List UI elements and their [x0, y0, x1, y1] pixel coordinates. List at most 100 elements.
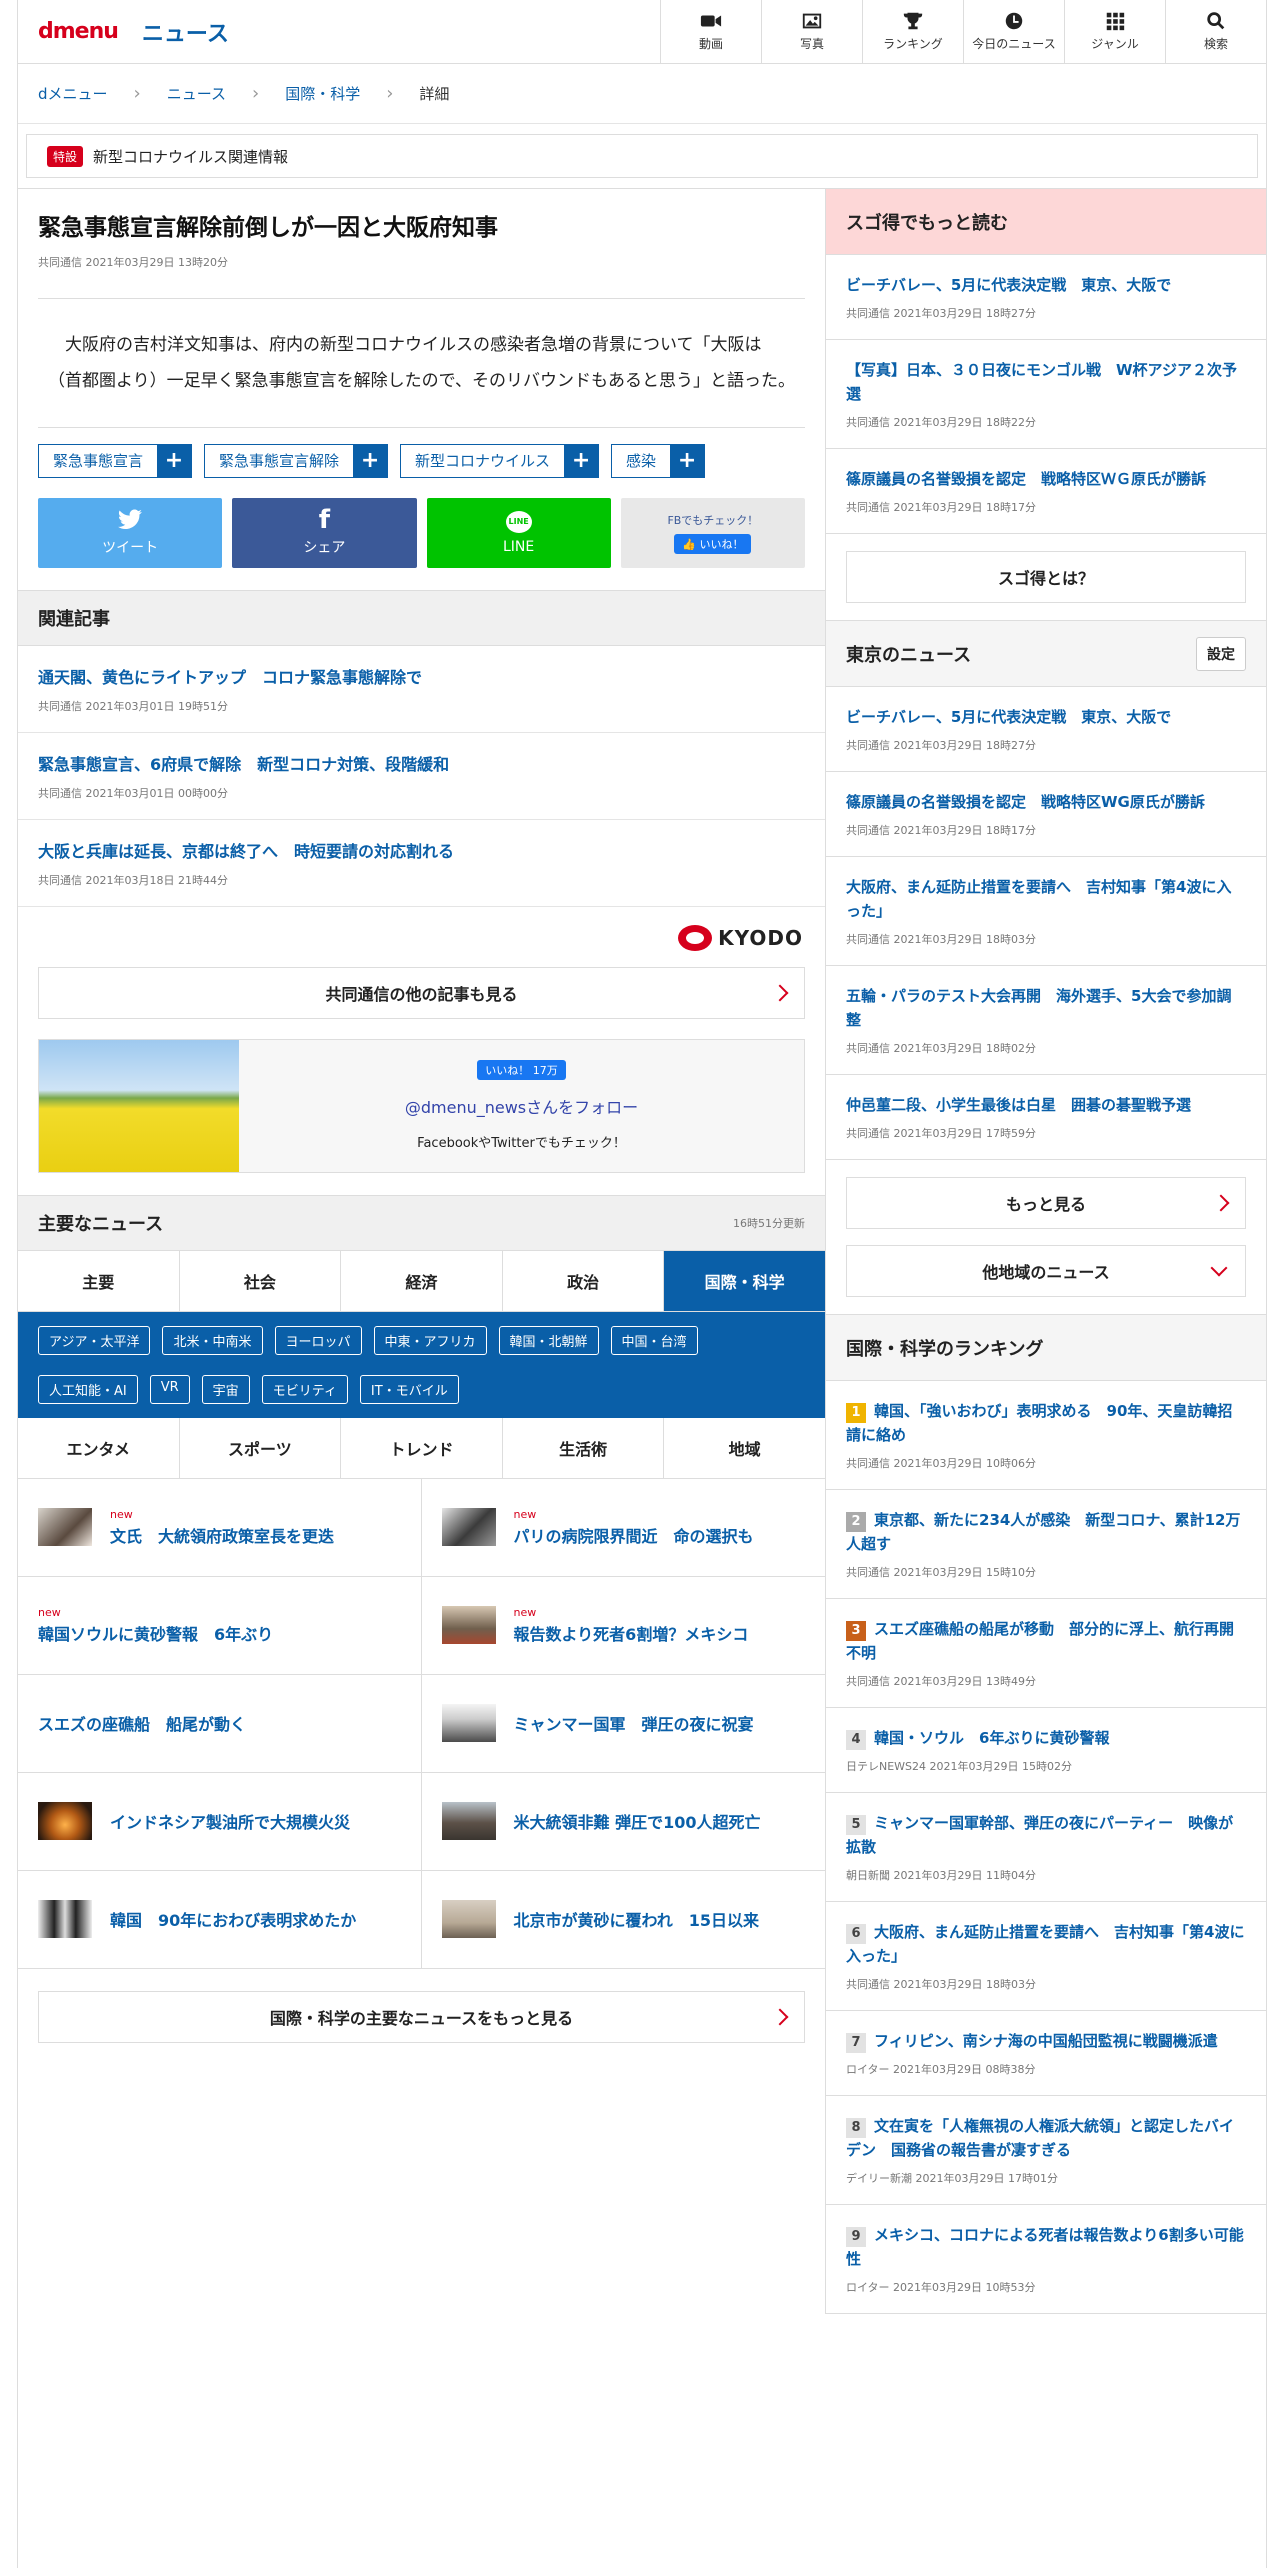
- tab-sports[interactable]: スポーツ: [180, 1417, 342, 1478]
- tab-trend[interactable]: トレンド: [341, 1417, 503, 1478]
- subcat-middle-east[interactable]: 中東・アフリカ: [373, 1325, 487, 1355]
- ranking-link[interactable]: 1 韓国、「強いおわび」表明求める 90年、天皇訪韓招請に絡め: [846, 1402, 1232, 1444]
- ranking-link[interactable]: 7 フィリピン、南シナ海の中国船団監視に戦闘機派遣: [846, 2032, 1218, 2053]
- ranking-item[interactable]: 4 韓国・ソウル 6年ぶりに黄砂警報 日テレNEWS24 2021年03月29日 1…: [826, 1708, 1266, 1793]
- ranking-link[interactable]: 5 ミャンマー国軍幹部、弾圧の夜にパーティー 映像が拡散: [846, 1814, 1233, 1856]
- follow-like-button[interactable]: いいね！ 17万: [477, 1060, 566, 1080]
- tab-society[interactable]: 社会: [180, 1250, 342, 1311]
- fb-like-button[interactable]: 👍 いいね！: [674, 533, 752, 554]
- nav-photo[interactable]: 写真: [761, 0, 862, 64]
- nav-today[interactable]: 今日のニュース: [963, 0, 1064, 64]
- sugotoku-item[interactable]: ビーチバレー、5月に代表決定戦 東京、大阪で 共同通信 2021年03月29日 1…: [826, 255, 1266, 340]
- facebook-share-button[interactable]: f シェア: [232, 497, 417, 568]
- tokyo-setting-button[interactable]: 設定: [1196, 636, 1246, 671]
- news-link[interactable]: インドネシア製油所で大規模火災: [110, 1809, 350, 1833]
- tab-international[interactable]: 国際・科学: [664, 1250, 825, 1311]
- tokyo-item[interactable]: ビーチバレー、5月に代表決定戦 東京、大阪で 共同通信 2021年03月29日 1…: [826, 687, 1266, 772]
- tokyo-link[interactable]: 篠原議員の名誉毀損を認定 戦略特区WG原氏が勝訴: [846, 793, 1205, 811]
- ranking-link[interactable]: 8 文在寅を「人権無視の人権派大統領」と認定したバイデン 国務省の報告書が凄すぎる: [846, 2117, 1234, 2159]
- other-region-button[interactable]: 他地域のニュース: [846, 1245, 1246, 1297]
- tag-label[interactable]: 緊急事態宣言解除: [205, 445, 353, 477]
- news-item[interactable]: ミャンマー国軍 弾圧の夜に祝宴: [421, 1675, 825, 1773]
- logo[interactable]: dmenu ニュース: [18, 16, 660, 48]
- related-link[interactable]: 通天閣、黄色にライトアップ コロナ緊急事態解除で: [38, 668, 422, 687]
- ranking-link[interactable]: 9 メキシコ、コロナによる死者は報告数より6割多い可能性: [846, 2226, 1244, 2268]
- ranking-item[interactable]: 5 ミャンマー国軍幹部、弾圧の夜にパーティー 映像が拡散 朝日新聞 2021年03月…: [826, 1793, 1266, 1902]
- breadcrumb-category[interactable]: 国際・科学: [285, 83, 360, 104]
- plus-icon[interactable]: +: [353, 444, 388, 477]
- subcat-ai[interactable]: 人工知能・AI: [38, 1374, 138, 1404]
- news-link[interactable]: 韓国 90年におわび表明求めたか: [110, 1907, 356, 1931]
- tag-label[interactable]: 緊急事態宣言: [39, 445, 157, 477]
- news-link[interactable]: 文氏 大統領府政策室長を更迭: [110, 1523, 334, 1547]
- plus-icon[interactable]: +: [670, 444, 705, 477]
- sugotoku-item[interactable]: 【写真】日本、３０日夜にモンゴル戦 W杯アジア２次予選 共同通信 2021年03月…: [826, 340, 1266, 449]
- breadcrumb-dmenu[interactable]: dメニュー: [38, 83, 108, 104]
- ranking-item[interactable]: 6 大阪府、まん延防止措置を要請へ 吉村知事「第4波に入った」 共同通信 2021年…: [826, 1902, 1266, 2011]
- sugotoku-item[interactable]: 篠原議員の名誉毀損を認定 戦略特区ＷＧ原氏が勝訴 共同通信 2021年03月29日…: [826, 449, 1266, 534]
- news-link[interactable]: パリの病院限界間近 命の選択も: [514, 1523, 754, 1547]
- dmenu-logo[interactable]: dmenu: [38, 19, 119, 44]
- line-button[interactable]: LINE LINE: [426, 497, 611, 568]
- related-item[interactable]: 緊急事態宣言、6府県で解除 新型コロナ対策、段階緩和 共同通信 2021年03月0…: [18, 733, 825, 820]
- ranking-item[interactable]: 3 スエズ座礁船の船尾が移動 部分的に浮上、航行再開不明 共同通信 2021年03月…: [826, 1599, 1266, 1708]
- plus-icon[interactable]: +: [564, 444, 599, 477]
- main-news-more-button[interactable]: 国際・科学の主要なニュースをもっと見る: [38, 1990, 805, 2043]
- news-item[interactable]: 韓国 90年におわび表明求めたか: [18, 1870, 422, 1969]
- ranking-link[interactable]: 2 東京都、新たに234人が感染 新型コロナ、累計12万人超す: [846, 1511, 1240, 1553]
- news-link[interactable]: 韓国ソウルに黄砂警報 6年ぶり: [38, 1621, 273, 1645]
- ranking-item[interactable]: 2 東京都、新たに234人が感染 新型コロナ、累計12万人超す 共同通信 2021年…: [826, 1490, 1266, 1599]
- tokyo-link[interactable]: 大阪府、まん延防止措置を要請へ 吉村知事「第4波に入った」: [846, 878, 1231, 920]
- sugotoku-link[interactable]: 【写真】日本、３０日夜にモンゴル戦 W杯アジア２次予選: [846, 361, 1237, 403]
- kyodo-more-button[interactable]: 共同通信の他の記事も見る: [38, 966, 805, 1019]
- subcat-korea[interactable]: 韓国・北朝鮮: [498, 1325, 599, 1355]
- tokyo-link[interactable]: ビーチバレー、5月に代表決定戦 東京、大阪で: [846, 708, 1171, 726]
- news-link[interactable]: スエズの座礁船 船尾が動く: [38, 1711, 246, 1735]
- subcat-europe[interactable]: ヨーロッパ: [274, 1325, 362, 1355]
- news-item[interactable]: 北京市が黄砂に覆われ 15日以来: [421, 1871, 825, 1969]
- related-link[interactable]: 大阪と兵庫は延長、京都は終了へ 時短要請の対応割れる: [38, 842, 454, 861]
- tab-lifestyle[interactable]: 生活術: [503, 1417, 665, 1478]
- sugotoku-link[interactable]: ビーチバレー、5月に代表決定戦 東京、大阪で: [846, 276, 1171, 294]
- nav-genre[interactable]: ジャンル: [1064, 0, 1165, 64]
- tab-politics[interactable]: 政治: [503, 1250, 665, 1311]
- tweet-button[interactable]: ツイート: [38, 497, 223, 568]
- nav-video[interactable]: 動画: [660, 0, 761, 64]
- subcat-asia[interactable]: アジア・太平洋: [38, 1325, 151, 1355]
- special-banner[interactable]: 特設 新型コロナウイルス関連情報: [26, 134, 1258, 178]
- ranking-item[interactable]: 9 メキシコ、コロナによる死者は報告数より6割多い可能性 ロイター 2021年03月…: [826, 2205, 1266, 2314]
- news-item[interactable]: 米大統領非難 弾圧で100人超死亡: [421, 1773, 825, 1871]
- tag-item[interactable]: 新型コロナウイルス +: [400, 443, 600, 478]
- subcat-space[interactable]: 宇宙: [201, 1374, 250, 1404]
- news-item[interactable]: new 韓国ソウルに黄砂警報 6年ぶり: [18, 1576, 422, 1675]
- tokyo-link[interactable]: 五輪・パラのテスト大会再開 海外選手、5大会で参加調整: [846, 987, 1231, 1029]
- nav-search[interactable]: 検索: [1165, 0, 1266, 64]
- news-item[interactable]: new 文氏 大統領府政策室長を更迭: [18, 1478, 422, 1577]
- plus-icon[interactable]: +: [157, 444, 192, 477]
- tab-main[interactable]: 主要: [18, 1250, 180, 1311]
- ranking-link[interactable]: 4 韓国・ソウル 6年ぶりに黄砂警報: [846, 1729, 1109, 1750]
- news-item[interactable]: スエズの座礁船 船尾が動く: [18, 1674, 422, 1773]
- tab-economy[interactable]: 経済: [341, 1250, 503, 1311]
- news-link[interactable]: ミャンマー国軍 弾圧の夜に祝宴: [514, 1711, 754, 1735]
- subcat-mobility[interactable]: モビリティ: [261, 1374, 348, 1404]
- tag-item[interactable]: 緊急事態宣言 +: [38, 443, 193, 478]
- related-item[interactable]: 大阪と兵庫は延長、京都は終了へ 時短要請の対応割れる 共同通信 2021年03月1…: [18, 820, 825, 907]
- news-link[interactable]: 報告数より死者6割増？メキシコ: [514, 1621, 749, 1645]
- news-logo[interactable]: ニュース: [142, 16, 229, 48]
- tokyo-item[interactable]: 篠原議員の名誉毀損を認定 戦略特区WG原氏が勝訴 共同通信 2021年03月29日…: [826, 772, 1266, 857]
- ranking-item[interactable]: 1 韓国、「強いおわび」表明求める 90年、天皇訪韓招請に絡め 共同通信 2021年…: [826, 1381, 1266, 1490]
- tokyo-item[interactable]: 大阪府、まん延防止措置を要請へ 吉村知事「第4波に入った」 共同通信 2021年0…: [826, 857, 1266, 966]
- tokyo-item[interactable]: 仲邑菫二段、小学生最後は白星 囲碁の碁聖戦予選 共同通信 2021年03月29日 …: [826, 1075, 1266, 1160]
- news-item[interactable]: インドネシア製油所で大規模火災: [18, 1772, 422, 1871]
- subcat-america[interactable]: 北米・中南米: [162, 1325, 263, 1355]
- ranking-link[interactable]: 3 スエズ座礁船の船尾が移動 部分的に浮上、航行再開不明: [846, 1620, 1234, 1662]
- subcat-china[interactable]: 中国・台湾: [610, 1325, 698, 1355]
- tag-item[interactable]: 感染 +: [611, 443, 706, 478]
- tokyo-item[interactable]: 五輪・パラのテスト大会再開 海外選手、5大会で参加調整 共同通信 2021年03月…: [826, 966, 1266, 1075]
- ranking-item[interactable]: 7 フィリピン、南シナ海の中国船団監視に戦闘機派遣 ロイター 2021年03月29日…: [826, 2011, 1266, 2096]
- nav-ranking[interactable]: ランキング: [862, 0, 963, 64]
- tokyo-more-button[interactable]: もっと見る: [846, 1177, 1246, 1229]
- tag-item[interactable]: 緊急事態宣言解除 +: [204, 443, 389, 478]
- sugotoku-link[interactable]: 篠原議員の名誉毀損を認定 戦略特区ＷＧ原氏が勝訴: [846, 470, 1206, 488]
